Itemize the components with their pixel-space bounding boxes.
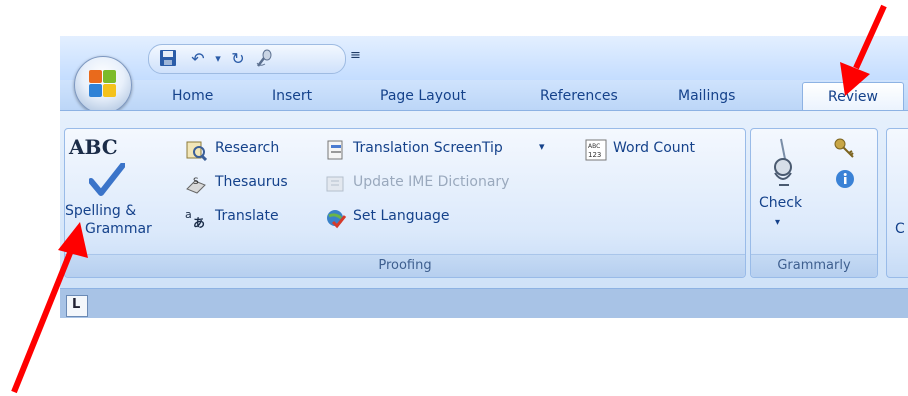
check-dropdown-icon: ▾ [775, 217, 781, 228]
left-tab-icon: L [72, 297, 81, 312]
grammarly-check-button[interactable]: Check ▾ [757, 133, 817, 243]
grammarly-group: Check ▾ Grammarly [750, 128, 878, 278]
tab-insert[interactable]: Insert [272, 88, 312, 104]
tab-selector-button[interactable]: L [66, 295, 88, 317]
translate-label: Translate [215, 208, 279, 224]
undo-dropdown-icon[interactable]: ▾ [207, 49, 229, 69]
grammar-label: Grammar [85, 221, 152, 237]
translation-screentip-button[interactable]: Translation ScreenTip ▾ [325, 139, 553, 163]
dropdown-arrow-icon: ▾ [539, 140, 545, 153]
translate-button[interactable]: aあ Translate [185, 207, 305, 231]
set-language-button[interactable]: Set Language [325, 207, 495, 231]
spelling-label: Spelling & [65, 203, 137, 219]
customize-quick-access-icon[interactable]: ≡ [350, 48, 361, 63]
thesaurus-button[interactable]: S Thesaurus [185, 173, 319, 197]
proofing-group: ABC Spelling & Grammar Research S Thesau… [64, 128, 746, 278]
redo-icon[interactable]: ↻ [227, 49, 249, 69]
svg-text:ABC: ABC [588, 143, 600, 150]
svg-text:S: S [193, 177, 199, 187]
research-icon [186, 141, 207, 161]
grammarly-group-label: Grammarly [751, 254, 877, 277]
ime-dictionary-icon [326, 176, 344, 192]
info-icon[interactable] [835, 169, 855, 189]
word-count-label: Word Count [613, 140, 696, 156]
tab-references[interactable]: References [540, 88, 618, 104]
svg-text:あ: あ [193, 216, 205, 229]
tab-review-label: Review [828, 89, 878, 105]
svg-text:a: a [185, 208, 192, 221]
next-group-partial-label: C [895, 221, 905, 237]
grammarly-check-icon [774, 138, 792, 186]
translation-screentip-label: Translation ScreenTip [353, 140, 503, 156]
spelling-abc-icon: ABC [69, 135, 118, 159]
check-label: Check [759, 195, 803, 211]
next-group-partial: C [886, 128, 908, 278]
checkmark-icon [89, 163, 125, 196]
word-window: ↶ ▾ ↻ ≡ Home Insert Page Layout Referenc… [60, 36, 908, 318]
quick-access-toolbar: ↶ ▾ ↻ [148, 44, 346, 74]
thesaurus-icon: S [186, 177, 206, 194]
svg-text:123: 123 [588, 151, 601, 159]
grammarly-key-icon[interactable] [833, 137, 855, 159]
set-language-icon [327, 210, 347, 229]
set-language-label: Set Language [353, 208, 450, 224]
office-logo-icon [89, 70, 117, 98]
proofing-group-label: Proofing [65, 254, 745, 277]
research-button[interactable]: Research [185, 139, 317, 163]
document-area: L [60, 288, 908, 318]
tab-review[interactable]: Review [802, 82, 904, 113]
tab-home[interactable]: Home [172, 88, 213, 104]
microphone-icon[interactable] [253, 49, 275, 69]
save-icon[interactable] [157, 49, 179, 69]
update-ime-dictionary-button[interactable]: Update IME Dictionary [325, 173, 573, 197]
undo-icon[interactable]: ↶ [187, 49, 209, 69]
spelling-grammar-button[interactable]: ABC Spelling & Grammar [65, 129, 173, 247]
word-count-icon: ABC123 [585, 139, 607, 161]
update-ime-dictionary-label: Update IME Dictionary [353, 174, 510, 190]
tab-page-layout[interactable]: Page Layout [380, 88, 466, 104]
tab-mailings[interactable]: Mailings [678, 88, 735, 104]
thesaurus-label: Thesaurus [215, 174, 288, 190]
research-label: Research [215, 140, 280, 156]
translation-screentip-icon [327, 140, 343, 160]
office-button[interactable] [74, 56, 132, 114]
word-count-button[interactable]: ABC 123 Word Count [585, 139, 737, 163]
translate-icon: aあ [185, 208, 205, 229]
